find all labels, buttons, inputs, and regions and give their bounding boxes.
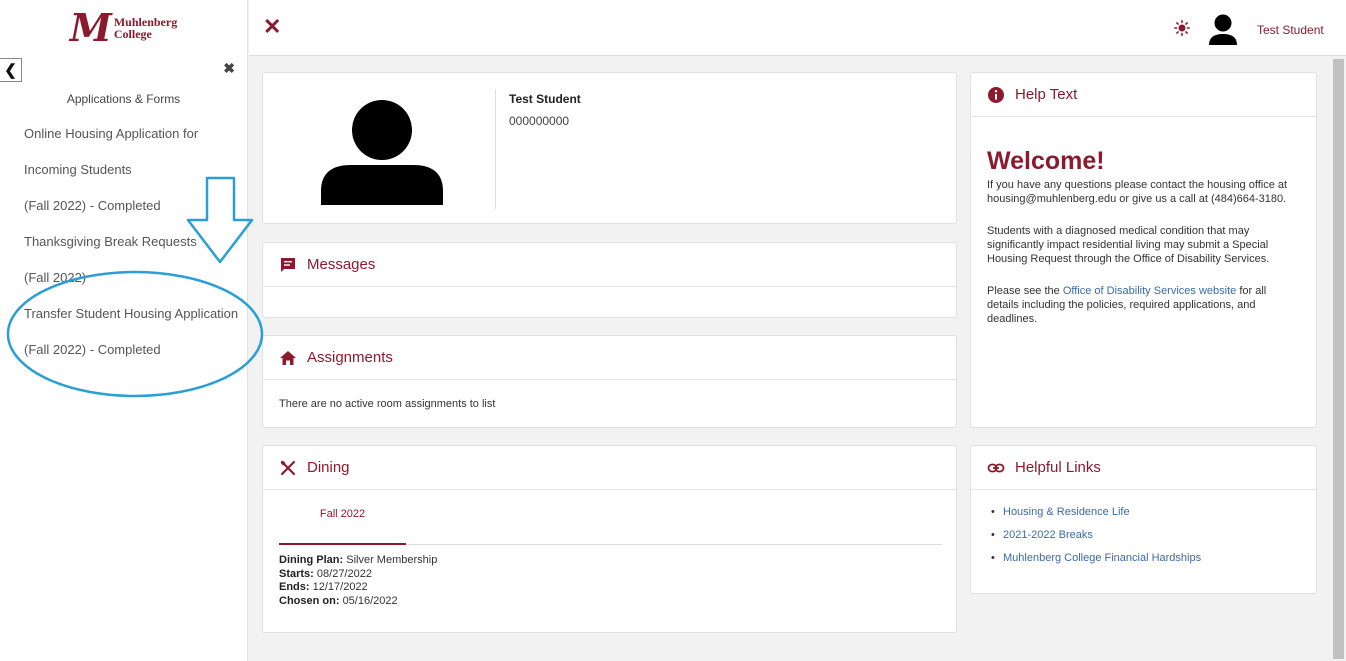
help-header: Help Text [971,73,1316,117]
disability-services-link[interactable]: Office of Disability Services website [1063,285,1236,297]
profile-id: 000000000 [509,114,570,128]
message-icon [281,257,295,272]
help-contact-text: If you have any questions please contact… [987,179,1288,205]
assignments-header: Assignments [263,336,956,380]
assignments-card: Assignments There are no active room ass… [262,335,957,428]
active-tab-indicator [279,543,406,545]
help-disability-before: Please see the [987,285,1063,297]
sidebar-item-incoming-students[interactable]: Incoming Students [0,152,247,188]
collapse-sidebar-button[interactable]: ❮ [0,58,22,82]
link-housing-residence-life[interactable]: Housing & Residence Life [991,506,1316,518]
dining-plan-value: Silver Membership [346,554,438,566]
link-icon [987,463,1005,472]
helpful-links-header: Helpful Links [971,446,1316,490]
close-icon[interactable]: ✕ [263,14,281,40]
sidebar-item-transfer-fall-2022-completed[interactable]: (Fall 2022) - Completed [0,332,247,368]
sidebar-item-online-housing-application[interactable]: Online Housing Application for [0,116,247,152]
messages-card: Messages [262,242,957,318]
link-2021-2022-breaks[interactable]: 2021-2022 Breaks [991,529,1316,541]
sidebar-item-fall-2022-completed[interactable]: (Fall 2022) - Completed [0,188,247,224]
profile-card: Test Student 000000000 [262,72,957,224]
dining-plan-row: Dining Plan: Silver Membership [279,554,437,568]
dining-ends-label: Ends: [279,581,310,593]
sidebar-item-thanksgiving-fall-2022[interactable]: (Fall 2022) [0,260,247,296]
helpful-links-title: Helpful Links [1015,459,1101,476]
helpful-links-list: Housing & Residence Life 2021-2022 Break… [971,490,1316,564]
dining-ends-row: Ends: 12/17/2022 [279,581,437,595]
logo-mark: M [69,5,112,50]
dining-chosen-row: Chosen on: 05/16/2022 [279,595,437,609]
utensils-crossed-icon [280,460,296,475]
dining-info: Dining Plan: Silver Membership Starts: 0… [279,554,437,608]
logo-line-2: College [113,27,152,41]
welcome-heading: Welcome! [987,147,1105,175]
info-icon [988,86,1004,103]
link-financial-hardships[interactable]: Muhlenberg College Financial Hardships [991,552,1316,564]
close-sidebar-icon[interactable]: ✖ [223,60,235,77]
top-user-name[interactable]: Test Student [1257,23,1324,37]
help-medical-text: Students with a diagnosed medical condit… [987,225,1270,265]
sidebar-item-thanksgiving-break-requests[interactable]: Thanksgiving Break Requests [0,224,247,260]
home-icon [280,350,296,365]
sidebar-item-transfer-student-housing-application[interactable]: Transfer Student Housing Application [0,296,247,332]
user-avatar-icon[interactable] [1209,14,1237,46]
top-bar: ✕ Test Student [249,0,1346,56]
profile-divider [495,89,496,209]
scrollbar-thumb[interactable] [1333,59,1344,659]
college-logo[interactable]: M Muhlenberg College [0,0,247,56]
dining-starts-label: Starts: [279,567,314,580]
sidebar-list: Online Housing Application for Incoming … [0,116,247,368]
profile-avatar-icon [321,100,443,205]
help-title: Help Text [1015,86,1078,103]
assignments-empty-text: There are no active room assignments to … [279,398,496,410]
help-disability-text: Please see the Office of Disability Serv… [971,284,1316,326]
dining-header: Dining [263,446,956,490]
sidebar-heading: Applications & Forms [66,92,181,106]
helpful-links-card: Helpful Links Housing & Residence Life 2… [970,445,1317,594]
dining-starts-row: Starts: 08/27/2022 [279,568,437,582]
profile-name: Test Student [509,92,581,106]
page-scrollbar[interactable] [1331,57,1346,661]
dining-card: Dining Fall 2022 Dining Plan: Silver Mem… [262,445,957,633]
dining-plan-label: Dining Plan: [279,554,344,566]
sidebar: M Muhlenberg College ❮ ✖ Applications & … [0,0,248,661]
tab-fall-2022[interactable]: Fall 2022 [279,508,406,520]
dining-title: Dining [307,459,350,476]
dining-chosen-value: 05/16/2022 [342,594,398,607]
dining-ends-value: 12/17/2022 [312,581,368,593]
help-text-card: Help Text Welcome! If you have any quest… [970,72,1317,428]
assignments-title: Assignments [307,349,393,366]
messages-header: Messages [263,243,956,287]
messages-title: Messages [307,256,376,273]
chevron-left-icon: ❮ [4,62,17,79]
dining-starts-value: 08/27/2022 [316,567,372,580]
theme-toggle-sun-icon[interactable] [1174,20,1190,36]
dining-chosen-label: Chosen on: [279,594,340,607]
